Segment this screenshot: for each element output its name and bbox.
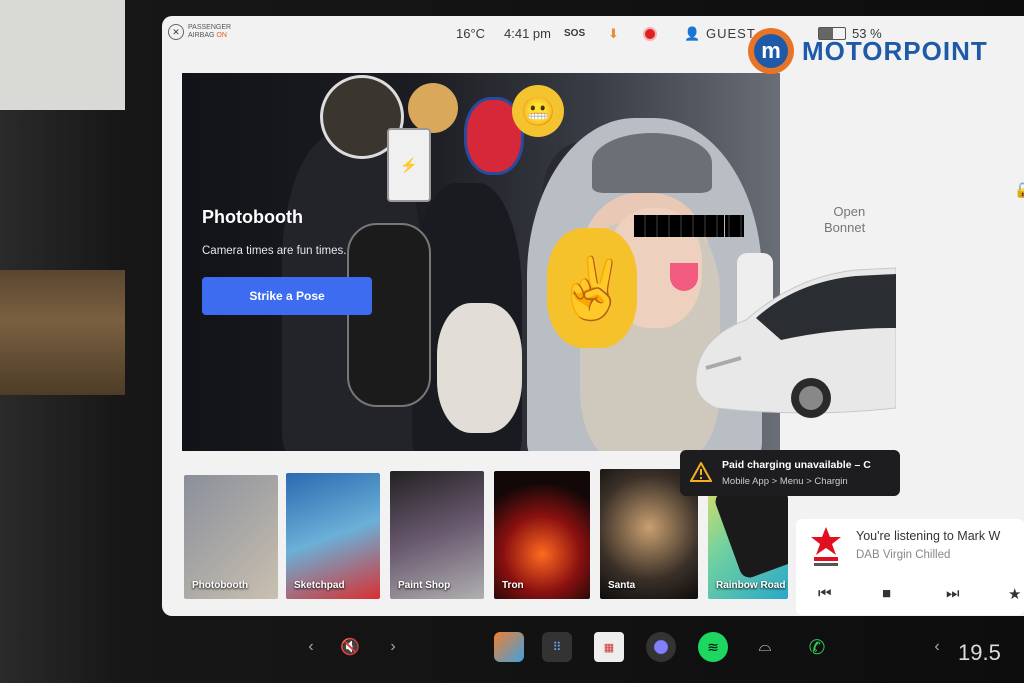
virgin-radio-logo [811, 527, 841, 566]
app-tile-tron[interactable]: Tron [494, 471, 590, 599]
media-player: You're listening to Mark W DAB Virgin Ch… [796, 519, 1024, 615]
apps-launcher-icon[interactable]: ⠿ [542, 632, 572, 662]
wipers-icon[interactable]: ⌓ [750, 632, 780, 662]
favorite-star-icon[interactable]: ★ [1008, 585, 1021, 603]
app-tile-sketchpad[interactable]: Sketchpad [286, 473, 380, 599]
strike-a-pose-button[interactable]: Strike a Pose [202, 277, 372, 315]
open-bonnet-button[interactable]: Open Bonnet [824, 204, 865, 236]
mute-icon[interactable]: 🔇 [335, 632, 365, 662]
cap-sticker [592, 133, 712, 193]
wood-trim [0, 270, 125, 395]
calendar-icon[interactable]: ▦ [594, 632, 624, 662]
cabin-temperature[interactable]: 19.5 [958, 640, 1001, 666]
airbag-icon: ✕ [168, 24, 184, 40]
grimace-emoji-sticker: 😬 [512, 85, 564, 137]
warning-icon [690, 462, 712, 482]
outside-temperature: 16°C [456, 26, 486, 41]
next-track-icon[interactable]: ⏭ [946, 585, 960, 602]
dashboard-background [0, 0, 125, 110]
download-icon[interactable]: ⬇ [608, 26, 619, 42]
sos-button[interactable]: SOS [564, 28, 585, 39]
user-profile-icon[interactable]: 👤 [684, 26, 700, 42]
motorpoint-logo-icon: m [748, 28, 794, 74]
bottom-dock: ‹ 🔇 › ⠿ ▦ ≋ ⌓ ✆ ‹ [0, 618, 1024, 683]
motorpoint-watermark: m MOTORPOINT [748, 28, 988, 74]
peace-hand-emoji-sticker: ✌ [547, 228, 637, 348]
notice-subtitle: Mobile App > Menu > Chargin [722, 476, 848, 487]
notice-title: Paid charging unavailable – C [722, 459, 871, 471]
balloon-dog-sticker [437, 303, 522, 433]
airbag-label: PASSENGER [188, 24, 232, 31]
app-tile-label: Rainbow Road [716, 580, 786, 591]
previous-track-icon[interactable]: ⏮ [818, 585, 832, 602]
vehicle-image [695, 267, 896, 418]
dashcam-record-icon[interactable] [643, 27, 657, 41]
doge-sticker [408, 83, 458, 133]
unlock-icon[interactable]: 🔓 [1014, 182, 1024, 199]
now-playing-title: You're listening to Mark W [856, 529, 1001, 543]
clock: 4:41 pm [504, 26, 551, 41]
hero-title: Photobooth [202, 207, 303, 227]
stop-icon[interactable]: ■ [882, 585, 891, 602]
peace-hand-black-sticker [347, 223, 431, 407]
volume-down-chevron-icon[interactable]: ‹ [296, 632, 326, 662]
airbag-label-2: AIRBAG [188, 32, 215, 39]
app-tile-label: Photobooth [192, 580, 249, 591]
app-tile-label: Sketchpad [294, 580, 345, 591]
hero-subtitle: Camera times are fun times. [202, 245, 347, 257]
volume-up-chevron-icon[interactable]: › [378, 632, 408, 662]
spotify-icon[interactable]: ≋ [698, 632, 728, 662]
drink-cup-sticker: ⚡ [387, 128, 431, 202]
airbag-indicator: ✕ PASSENGER AIRBAG ON [168, 24, 236, 40]
motorpoint-logo-text: MOTORPOINT [802, 35, 988, 66]
app-tile-label: Tron [502, 580, 524, 591]
app-tile-label: Santa [608, 580, 636, 591]
bonnet-label-1: Open [833, 204, 866, 219]
climate-down-chevron-icon[interactable]: ‹ [922, 632, 952, 662]
toybox-icon[interactable] [494, 632, 524, 662]
airbag-state: ON [216, 32, 227, 39]
phone-icon[interactable]: ✆ [802, 632, 832, 662]
app-tile-label: Paint Shop [398, 580, 451, 591]
charging-notice[interactable]: Paid charging unavailable – C Mobile App… [680, 450, 900, 496]
pixel-sunglasses-sticker [634, 215, 744, 237]
app-tile-photobooth[interactable]: Photobooth [184, 475, 278, 599]
bonnet-label-2: Bonnet [824, 220, 866, 235]
app-tile-paint-shop[interactable]: Paint Shop [390, 471, 484, 599]
camera-icon[interactable] [646, 632, 676, 662]
now-playing-station: DAB Virgin Chilled [856, 549, 951, 561]
